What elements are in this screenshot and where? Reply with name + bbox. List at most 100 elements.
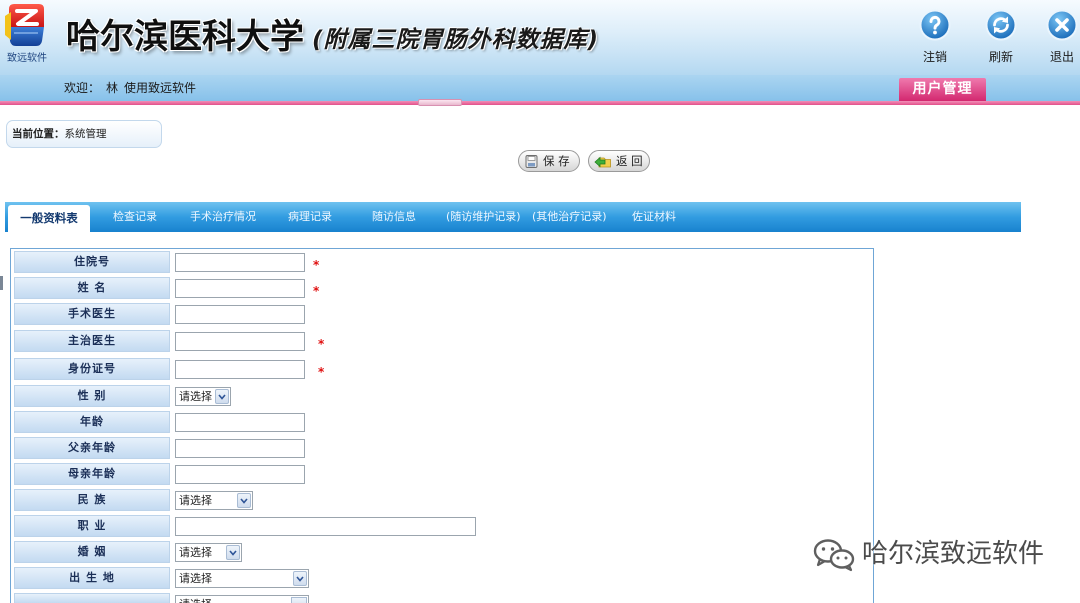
field-label: 主治医生: [14, 330, 170, 352]
field-label: 身份证号: [14, 358, 170, 380]
breadcrumb-value: 系统管理: [64, 128, 107, 140]
back-button[interactable]: 返 回: [588, 150, 650, 172]
tab-supporting-materials[interactable]: 佐证材料: [632, 202, 676, 232]
chevron-down-icon: [215, 388, 229, 404]
form-row-surgeon: 手术医生: [11, 301, 873, 327]
field-label: 出 生 地: [14, 567, 170, 589]
form-row-mother-age: 母亲年龄: [11, 461, 873, 487]
chevron-down-icon: [293, 570, 307, 586]
user-management-tab[interactable]: 用户管理: [899, 78, 986, 101]
form-row-attending-doctor: 主治医生 *: [11, 327, 873, 355]
welcome-text: 欢迎： 林使用致远软件: [64, 75, 196, 101]
watermark: 哈尔滨致远软件: [812, 536, 1048, 574]
form-row-id-number: 身份证号 *: [11, 355, 873, 383]
form-row-admission-number: 住院号 *: [11, 249, 873, 275]
logout-button[interactable]: 注销: [917, 9, 953, 67]
next-field-select[interactable]: 请选择: [175, 595, 309, 603]
tab-follow-up-maintenance[interactable]: (随访维护记录): [446, 202, 521, 232]
field-label: 年龄: [14, 411, 170, 433]
back-label: 返 回: [616, 154, 643, 168]
save-button[interactable]: 保 存: [518, 150, 580, 172]
close-icon: [1046, 9, 1078, 41]
father-age-input[interactable]: [175, 438, 305, 458]
field-label: 民 族: [14, 489, 170, 511]
surgeon-input[interactable]: [175, 304, 305, 324]
field-label: 母亲年龄: [14, 463, 170, 485]
field-label: 手术医生: [14, 303, 170, 325]
required-mark: *: [313, 284, 320, 298]
occupation-input[interactable]: [175, 516, 476, 536]
logo: 致远软件: [2, 2, 50, 68]
logout-label: 注销: [922, 50, 947, 64]
select-value: 请选择: [179, 493, 212, 507]
required-mark: *: [318, 365, 325, 379]
tab-surgery-treatment[interactable]: 手术治疗情况: [190, 202, 256, 232]
title-subtitle: (附属三院胃肠外科数据库): [312, 26, 600, 53]
tab-bar: 一般资料表 检查记录 手术治疗情况 病理记录 随访信息 (随访维护记录) (其他…: [5, 202, 1021, 232]
form-row-next: 请选择: [11, 591, 873, 603]
welcome-suffix: 使用致远软件: [124, 81, 197, 95]
required-mark: *: [318, 337, 325, 351]
help-icon: [919, 9, 951, 41]
chevron-down-icon: [237, 492, 251, 508]
exit-button[interactable]: 退出: [1044, 9, 1080, 67]
save-label: 保 存: [543, 154, 570, 168]
select-value: 请选择: [179, 571, 212, 585]
tab-general-info[interactable]: 一般资料表: [8, 205, 90, 232]
field-label: 婚 姻: [14, 541, 170, 563]
title-main: 哈尔滨医科大学: [66, 16, 304, 57]
collapse-handle[interactable]: [418, 99, 462, 106]
logo-icon: [5, 4, 44, 46]
logo-text: 致远软件: [7, 53, 47, 64]
tab-examination-records[interactable]: 检查记录: [113, 202, 157, 232]
chevron-down-icon: [226, 544, 240, 560]
field-label: 住院号: [14, 251, 170, 273]
marital-status-select[interactable]: 请选择: [175, 542, 242, 562]
name-input[interactable]: [175, 278, 305, 298]
refresh-label: 刷新: [988, 50, 1013, 64]
gender-select[interactable]: 请选择: [175, 386, 231, 406]
mother-age-input[interactable]: [175, 464, 305, 484]
age-input[interactable]: [175, 412, 305, 432]
form-row-birthplace: 出 生 地 请选择: [11, 565, 873, 591]
form-row-name: 姓 名 *: [11, 275, 873, 301]
id-number-input[interactable]: [175, 359, 305, 379]
tab-other-treatment[interactable]: (其他治疗记录): [532, 202, 607, 232]
required-mark: *: [313, 258, 320, 272]
birthplace-select[interactable]: 请选择: [175, 568, 309, 588]
save-icon: [525, 154, 538, 168]
field-label: 职 业: [14, 515, 170, 537]
watermark-text: 哈尔滨致远软件: [862, 539, 1045, 569]
breadcrumb: 当前位置：系统管理: [6, 120, 162, 148]
select-value: 请选择: [179, 545, 212, 559]
user-name: 林: [106, 81, 119, 95]
tab-follow-up-info[interactable]: 随访信息: [372, 202, 416, 232]
field-label: 性 别: [14, 385, 170, 407]
refresh-icon: [985, 9, 1017, 41]
wechat-icon: [813, 539, 855, 572]
header-divider: [0, 101, 1080, 105]
select-value: 请选择: [179, 389, 212, 403]
tab-pathology-records[interactable]: 病理记录: [288, 202, 332, 232]
field-label: 父亲年龄: [14, 437, 170, 459]
form-row-father-age: 父亲年龄: [11, 435, 873, 461]
back-icon: [594, 156, 611, 167]
ethnicity-select[interactable]: 请选择: [175, 490, 253, 510]
admission-number-input[interactable]: [175, 252, 305, 272]
field-label: [14, 593, 170, 603]
refresh-button[interactable]: 刷新: [983, 9, 1019, 67]
breadcrumb-label: 当前位置：: [12, 128, 65, 140]
field-label: 姓 名: [14, 277, 170, 299]
exit-label: 退出: [1049, 50, 1074, 64]
app-title: 哈尔滨医科大学 (附属三院胃肠外科数据库): [66, 14, 599, 58]
welcome-prefix: 欢迎：: [64, 81, 101, 95]
app-header: 致远软件 哈尔滨医科大学 (附属三院胃肠外科数据库) 注销 刷新 退出: [0, 0, 1080, 75]
attending-doctor-input[interactable]: [175, 331, 305, 351]
form-row-age: 年龄: [11, 409, 873, 435]
form-row-marital-status: 婚 姻 请选择: [11, 539, 873, 565]
side-splitter-handle[interactable]: [0, 276, 3, 290]
form-row-gender: 性 别 请选择: [11, 383, 873, 409]
form-row-occupation: 职 业: [11, 513, 873, 539]
form-row-ethnicity: 民 族 请选择: [11, 487, 873, 513]
patient-general-form: 住院号 * 姓 名 * 手术医生 主治医生 * 身份证号 * 性 别 请选择 年…: [10, 248, 874, 603]
